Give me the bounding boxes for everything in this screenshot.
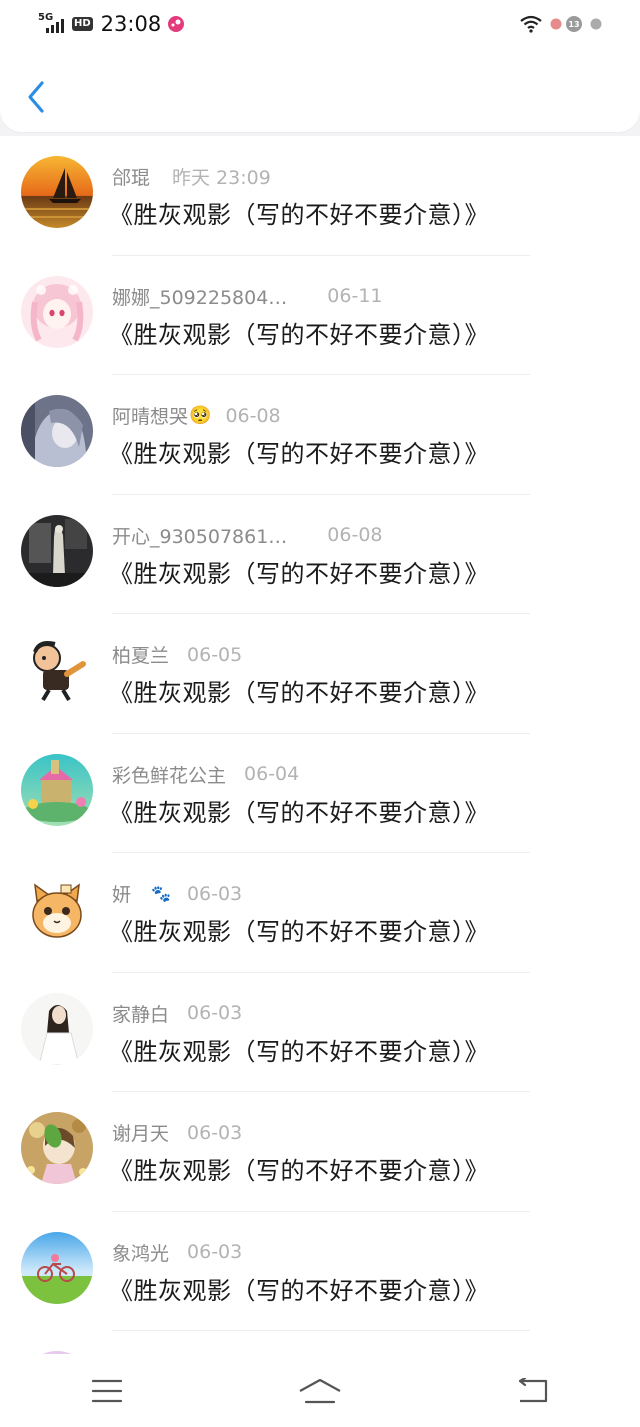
avatar[interactable]	[21, 1231, 93, 1304]
timestamp: 06-11	[327, 285, 383, 307]
username[interactable]: 郃琨	[112, 163, 150, 190]
post-title[interactable]: 《胜灰观影（写的不好不要介意）》	[109, 195, 489, 230]
status-bar: 5G HD 23:08 13	[0, 0, 640, 50]
post-title[interactable]: 《胜灰观影（写的不好不要介意）》	[109, 434, 489, 469]
username[interactable]: 柏夏兰	[112, 641, 169, 668]
avatar[interactable]	[21, 1112, 93, 1184]
timestamp: 06-03	[187, 1121, 243, 1144]
emoji: 🐾	[151, 884, 171, 903]
home-button[interactable]	[280, 1366, 360, 1416]
post-title[interactable]: 《胜灰观影（写的不好不要介意）》	[109, 554, 489, 589]
battery-dot-icon	[590, 18, 602, 30]
app-notification-icon	[168, 16, 185, 32]
post-title[interactable]: 《胜灰观影（写的不好不要介意）》	[109, 912, 489, 947]
wifi-icon	[520, 15, 542, 33]
list-item[interactable]: 阿晴想哭 🥺 06-08 《胜灰观影（写的不好不要介意）》	[0, 375, 640, 495]
post-title[interactable]: 《胜灰观影（写的不好不要介意）》	[109, 315, 489, 350]
comment-list: 郃琨 昨天 23:09 《胜灰观影（写的不好不要介意）》 娜娜_50922580…	[0, 136, 640, 1354]
avatar[interactable]	[21, 634, 93, 706]
avatar[interactable]	[21, 395, 93, 467]
username[interactable]: 彩色鲜花公主	[112, 761, 226, 788]
back-nav-button[interactable]	[493, 1366, 573, 1416]
timestamp: 06-03	[186, 882, 243, 905]
timestamp: 06-04	[244, 763, 300, 785]
timestamp: 06-08	[327, 524, 383, 546]
avatar[interactable]	[21, 753, 93, 826]
username[interactable]: 娜娜_509225804…	[112, 283, 287, 310]
clock: 23:08	[100, 12, 162, 36]
menu-icon	[91, 1379, 122, 1402]
signal-icon: 5G	[38, 12, 66, 34]
back-icon	[519, 1377, 548, 1402]
avatar[interactable]	[21, 156, 93, 228]
post-title[interactable]: 《胜灰观影（写的不好不要介意）》	[109, 793, 489, 828]
username[interactable]: 象鸿光	[112, 1239, 169, 1266]
avatar[interactable]	[21, 873, 93, 945]
username[interactable]: 阿晴想哭	[112, 402, 188, 429]
timestamp: 昨天 23:09	[172, 167, 271, 189]
post-title[interactable]: 《胜灰观影（写的不好不要介意）》	[109, 1032, 489, 1067]
record-dot-icon	[550, 18, 562, 30]
menu-button[interactable]	[67, 1366, 147, 1416]
list-item[interactable]: 柏夏兰 06-05 《胜灰观影（写的不好不要介意）》	[0, 614, 640, 734]
username[interactable]: 开心_930507861…	[112, 522, 287, 549]
timestamp: 06-05	[187, 643, 243, 666]
list-item[interactable]: 妍 🐾 06-03 《胜灰观影（写的不好不要介意）》	[0, 853, 640, 973]
chevron-left-icon	[28, 81, 44, 113]
list-item[interactable]: 象鸿光 06-03 《胜灰观影（写的不好不要介意）》	[0, 1212, 640, 1331]
timestamp: 06-03	[187, 1002, 243, 1024]
back-button[interactable]	[18, 76, 54, 118]
list-item[interactable]: 开心_930507861… 06-08 《胜灰观影（写的不好不要介意）》	[0, 495, 640, 614]
avatar[interactable]	[21, 992, 93, 1065]
emoji: 🥺	[189, 405, 212, 426]
list-item[interactable]: 郃琨 昨天 23:09 《胜灰观影（写的不好不要介意）》	[0, 136, 640, 256]
list-item[interactable]: 谢月天 06-03 《胜灰观影（写的不好不要介意）》	[0, 1092, 640, 1212]
hd-badge: HD	[72, 17, 93, 31]
post-title[interactable]: 《胜灰观影（写的不好不要介意）》	[109, 1151, 489, 1186]
list-item[interactable]: 家静白 06-03 《胜灰观影（写的不好不要介意）》	[0, 973, 640, 1092]
notification-count: 13	[566, 16, 582, 32]
timestamp: 06-08	[225, 404, 281, 427]
list-item[interactable]: 娜娜_509225804… 06-11 《胜灰观影（写的不好不要介意）》	[0, 256, 640, 375]
system-nav-bar	[0, 1354, 640, 1427]
avatar[interactable]	[21, 514, 93, 587]
post-title[interactable]: 《胜灰观影（写的不好不要介意）》	[109, 673, 489, 708]
list-item[interactable]	[0, 1331, 640, 1354]
username[interactable]: 谢月天	[112, 1119, 169, 1146]
list-item[interactable]: 彩色鲜花公主 06-04 《胜灰观影（写的不好不要介意）》	[0, 734, 640, 853]
username[interactable]: 妍	[112, 880, 131, 907]
avatar[interactable]	[21, 275, 93, 348]
home-icon	[299, 1378, 341, 1403]
timestamp: 06-03	[187, 1241, 243, 1263]
username[interactable]: 家静白	[112, 1000, 169, 1027]
post-title[interactable]: 《胜灰观影（写的不好不要介意）》	[109, 1271, 489, 1306]
